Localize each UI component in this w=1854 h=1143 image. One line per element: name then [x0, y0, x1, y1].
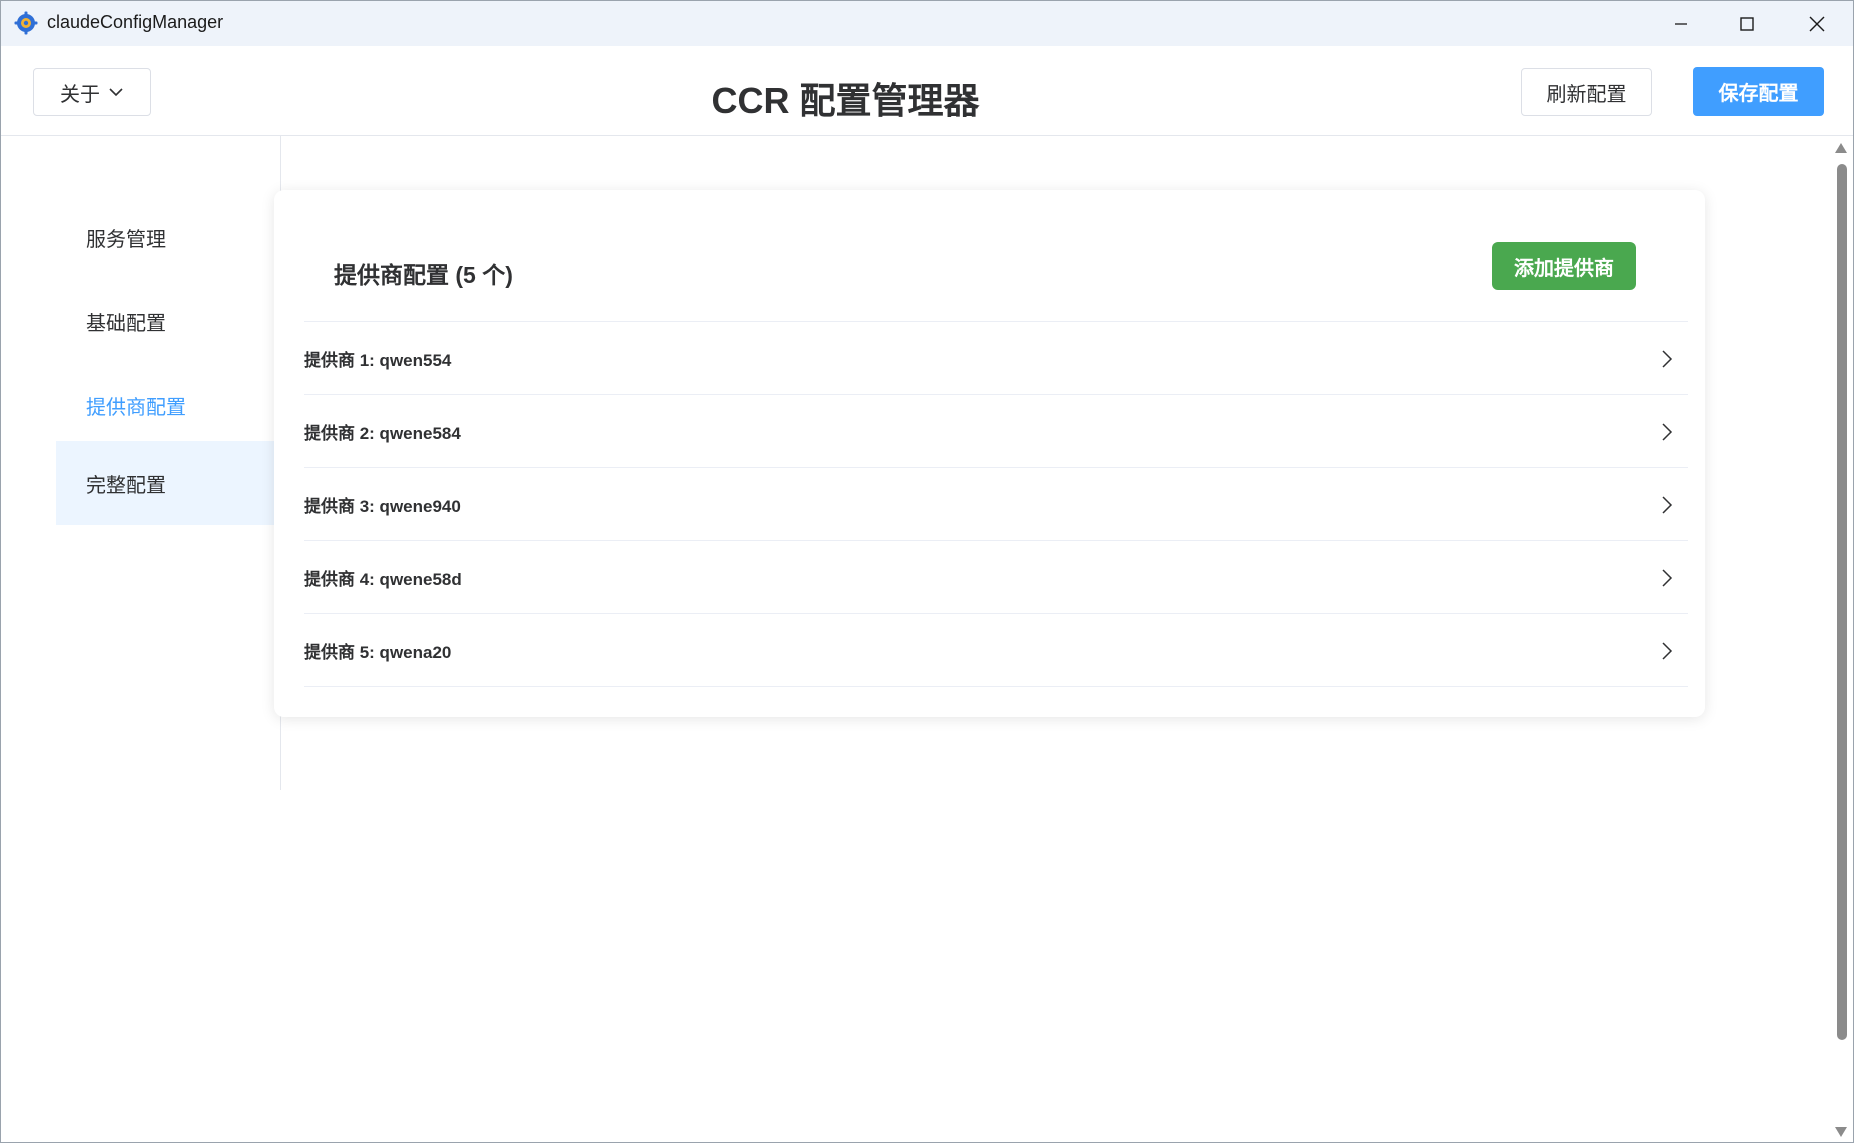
- vertical-scrollbar-thumb[interactable]: [1837, 164, 1847, 1040]
- chevron-right-icon: [1662, 350, 1673, 368]
- provider-item[interactable]: 提供商 5: qwena20: [304, 614, 1688, 687]
- app-gear-icon: [14, 11, 38, 35]
- provider-item[interactable]: 提供商 2: qwene584: [304, 395, 1688, 468]
- save-config-button[interactable]: 保存配置: [1693, 67, 1824, 116]
- sidebar-item-label: 提供商配置: [86, 396, 186, 419]
- sidebar-item-label: 基础配置: [86, 312, 166, 335]
- scroll-down-arrow-icon[interactable]: [1833, 1125, 1849, 1139]
- minimize-button[interactable]: [1647, 1, 1715, 46]
- sidebar-item-label: 完整配置: [86, 474, 166, 497]
- refresh-config-button[interactable]: 刷新配置: [1521, 68, 1652, 116]
- add-provider-button[interactable]: 添加提供商: [1492, 242, 1636, 290]
- provider-item[interactable]: 提供商 1: qwen554: [304, 322, 1688, 395]
- sidebar-item-service-management[interactable]: 服务管理: [56, 195, 274, 279]
- app-header: 关于 CCR 配置管理器 刷新配置 保存配置: [1, 46, 1853, 136]
- provider-item[interactable]: 提供商 3: qwene940: [304, 468, 1688, 541]
- chevron-right-icon: [1662, 569, 1673, 587]
- provider-label: 提供商 5: qwena20: [304, 642, 452, 662]
- sidebar-menu: 服务管理 基础配置 提供商配置 完整配置: [56, 136, 281, 790]
- maximize-button[interactable]: [1713, 1, 1781, 46]
- provider-label: 提供商 2: qwene584: [304, 423, 461, 443]
- sidebar-item-label: 服务管理: [86, 228, 166, 251]
- provider-item[interactable]: 提供商 4: qwene58d: [304, 541, 1688, 614]
- minimize-icon: [1675, 22, 1687, 25]
- scroll-up-arrow-icon[interactable]: [1833, 141, 1849, 155]
- chevron-right-icon: [1662, 642, 1673, 660]
- close-icon: [1809, 16, 1825, 31]
- card-title: 提供商配置 (5 个): [334, 262, 513, 288]
- close-button[interactable]: [1783, 1, 1851, 46]
- sidebar-item-full-config[interactable]: 完整配置: [56, 441, 274, 525]
- title-bar[interactable]: claudeConfigManager: [1, 1, 1853, 46]
- chevron-right-icon: [1662, 496, 1673, 514]
- provider-label: 提供商 1: qwen554: [304, 350, 452, 370]
- app-window: claudeConfigManager 关于 CCR 配置管理器 刷新配置 保存…: [0, 0, 1854, 1143]
- provider-list: 提供商 1: qwen554 提供商 2: qwene584 提供商 3: qw…: [304, 321, 1688, 687]
- sidebar-item-basic-config[interactable]: 基础配置: [56, 279, 274, 363]
- sidebar-item-provider-config[interactable]: 提供商配置: [56, 363, 274, 447]
- maximize-icon: [1740, 16, 1754, 31]
- provider-config-card: 提供商配置 (5 个) 添加提供商 提供商 1: qwen554 提供商 2: …: [274, 190, 1705, 717]
- provider-label: 提供商 4: qwene58d: [304, 569, 462, 589]
- chevron-right-icon: [1662, 423, 1673, 441]
- window-title: claudeConfigManager: [47, 12, 224, 32]
- provider-label: 提供商 3: qwene940: [304, 496, 461, 516]
